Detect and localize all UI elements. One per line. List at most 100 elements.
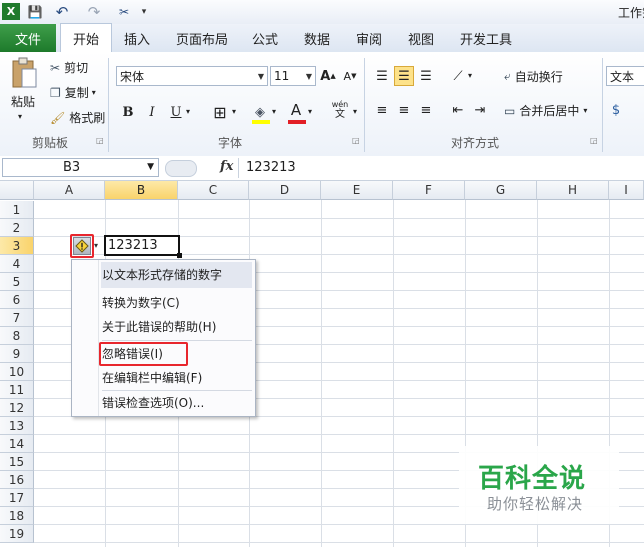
alignment-launcher-icon[interactable]: ◲ xyxy=(590,136,598,145)
row-header[interactable]: 18 xyxy=(0,507,34,525)
font-color-dropdown-icon[interactable]: ▾ xyxy=(308,107,312,116)
tab-insert[interactable]: 插入 xyxy=(116,24,158,52)
row-header[interactable]: 9 xyxy=(0,345,34,363)
row-header[interactable]: 11 xyxy=(0,381,34,399)
column-header-g[interactable]: G xyxy=(465,181,537,200)
paste-icon[interactable] xyxy=(8,56,40,90)
column-header-d[interactable]: D xyxy=(249,181,321,200)
window-title: 工作簿 xyxy=(617,6,644,20)
row-header[interactable]: 7 xyxy=(0,309,34,327)
alignment-group-label: 对齐方式 xyxy=(450,136,499,150)
column-header-i[interactable]: I xyxy=(609,181,644,200)
borders-dropdown-icon[interactable]: ▾ xyxy=(232,107,236,116)
menu-item-convert-to-number[interactable]: 转换为数字(C) xyxy=(102,292,180,314)
customize-qat-icon[interactable]: ▾ xyxy=(138,3,150,20)
row-header[interactable]: 16 xyxy=(0,471,34,489)
menu-item-edit-in-formula-bar[interactable]: 在编辑栏中编辑(F) xyxy=(102,367,202,389)
align-middle-icon[interactable]: ☰ xyxy=(394,66,414,86)
formula-bar-resize-handle[interactable] xyxy=(165,160,197,177)
row-header[interactable]: 1 xyxy=(0,201,34,219)
wrap-text-button[interactable]: ⤶ 自动换行 xyxy=(504,68,563,85)
underline-button[interactable]: U xyxy=(166,102,186,122)
row-header[interactable]: 10 xyxy=(0,363,34,381)
column-header-f[interactable]: F xyxy=(393,181,465,200)
row-header[interactable]: 3 xyxy=(0,237,34,255)
shrink-font-button[interactable]: A ▼ xyxy=(340,66,360,86)
redo-icon[interactable]: ↷ xyxy=(82,3,106,21)
fill-color-icon[interactable]: ◈ xyxy=(250,102,270,122)
grow-font-button[interactable]: A ▲ xyxy=(318,66,338,86)
number-format-combo[interactable]: 文本 xyxy=(606,66,644,86)
align-top-icon[interactable]: ☰ xyxy=(372,66,392,86)
merge-center-button[interactable]: ▭ 合并后居中 ▾ xyxy=(504,102,587,119)
italic-button[interactable]: I xyxy=(142,102,162,122)
cell-b3[interactable]: 123213 xyxy=(104,235,180,256)
column-header-a[interactable]: A xyxy=(34,181,105,200)
copy-button[interactable]: ❐ 复制 ▾ xyxy=(50,84,96,101)
row-header[interactable]: 2 xyxy=(0,219,34,237)
tab-data[interactable]: 数据 xyxy=(296,24,338,52)
underline-dropdown-icon[interactable]: ▾ xyxy=(186,107,190,116)
font-group-label: 字体 xyxy=(217,136,242,150)
clipboard-launcher-icon[interactable]: ◲ xyxy=(96,136,104,145)
font-name-combo[interactable]: 宋体 ▼ xyxy=(116,66,268,86)
menu-item-help[interactable]: 关于此错误的帮助(H) xyxy=(102,316,216,338)
select-all-corner[interactable] xyxy=(0,181,34,200)
font-size-combo[interactable]: 11 ▼ xyxy=(270,66,316,86)
menu-item-error-checking-options[interactable]: 错误检查选项(O)... xyxy=(102,392,204,414)
tools-icon[interactable]: ✂ xyxy=(112,3,136,20)
merge-icon: ▭ xyxy=(504,103,516,118)
title-bar: X 💾 ↶ ↷ ✂ ▾ 工作簿 xyxy=(0,0,644,25)
column-header-h[interactable]: H xyxy=(537,181,609,200)
tab-review[interactable]: 审阅 xyxy=(348,24,390,52)
currency-icon[interactable]: $ xyxy=(606,100,626,120)
fill-color-dropdown-icon[interactable]: ▾ xyxy=(272,107,276,116)
borders-icon[interactable]: ⊞ xyxy=(210,102,230,122)
phonetic-dropdown-icon[interactable]: ▾ xyxy=(353,107,357,116)
tab-view[interactable]: 视图 xyxy=(400,24,442,52)
row-header[interactable]: 17 xyxy=(0,489,34,507)
orientation-dropdown-icon[interactable]: ▾ xyxy=(468,71,472,80)
row-header[interactable]: 12 xyxy=(0,399,34,417)
decrease-indent-icon[interactable]: ⇤ xyxy=(448,100,468,120)
align-center-icon[interactable]: ≡ xyxy=(394,100,414,120)
format-painter-button[interactable]: 🖌 格式刷 xyxy=(50,109,105,126)
save-icon[interactable]: 💾 xyxy=(26,3,44,20)
phonetic-guide-button[interactable]: wén 文 xyxy=(326,100,354,120)
row-header[interactable]: 15 xyxy=(0,453,34,471)
formula-input[interactable]: 123213 xyxy=(246,160,296,175)
bold-button[interactable]: B xyxy=(118,102,138,122)
row-header[interactable]: 19 xyxy=(0,525,34,543)
column-header-c[interactable]: C xyxy=(178,181,249,200)
font-launcher-icon[interactable]: ◲ xyxy=(352,136,360,145)
align-left-icon[interactable]: ≡ xyxy=(372,100,392,120)
wrap-text-icon: ⤶ xyxy=(504,69,511,83)
row-header[interactable]: 8 xyxy=(0,327,34,345)
increase-indent-icon[interactable]: ⇥ xyxy=(470,100,490,120)
row-header[interactable]: 14 xyxy=(0,435,34,453)
tab-home[interactable]: 开始 xyxy=(60,23,112,53)
paste-dropdown-icon[interactable]: ▾ xyxy=(18,112,22,121)
row-header[interactable]: 5 xyxy=(0,273,34,291)
row-header[interactable]: 6 xyxy=(0,291,34,309)
font-color-button[interactable]: A xyxy=(286,100,306,120)
column-header-b[interactable]: B xyxy=(105,181,178,200)
paste-button[interactable]: 粘贴 xyxy=(11,93,35,110)
undo-icon[interactable]: ↶ xyxy=(50,3,74,21)
tab-developer[interactable]: 开发工具 xyxy=(454,24,518,52)
tab-page-layout[interactable]: 页面布局 xyxy=(170,24,234,52)
error-indicator-dropdown-icon[interactable]: ▾ xyxy=(94,241,98,250)
name-box[interactable]: B3 ▼ xyxy=(2,158,159,177)
insert-function-button[interactable]: fx xyxy=(220,159,233,174)
align-right-icon[interactable]: ≡ xyxy=(416,100,436,120)
row-header[interactable]: 13 xyxy=(0,417,34,435)
align-bottom-icon[interactable]: ☰ xyxy=(416,66,436,86)
cut-button[interactable]: ✂ 剪切 xyxy=(50,59,88,76)
orientation-icon[interactable]: ⟋ xyxy=(448,66,468,86)
fill-handle[interactable] xyxy=(177,253,182,258)
row-header[interactable]: 4 xyxy=(0,255,34,273)
column-header-e[interactable]: E xyxy=(321,181,393,200)
tab-file[interactable]: 文件 xyxy=(0,24,56,52)
tab-formulas[interactable]: 公式 xyxy=(244,24,286,52)
error-indicator-button[interactable] xyxy=(73,237,91,255)
